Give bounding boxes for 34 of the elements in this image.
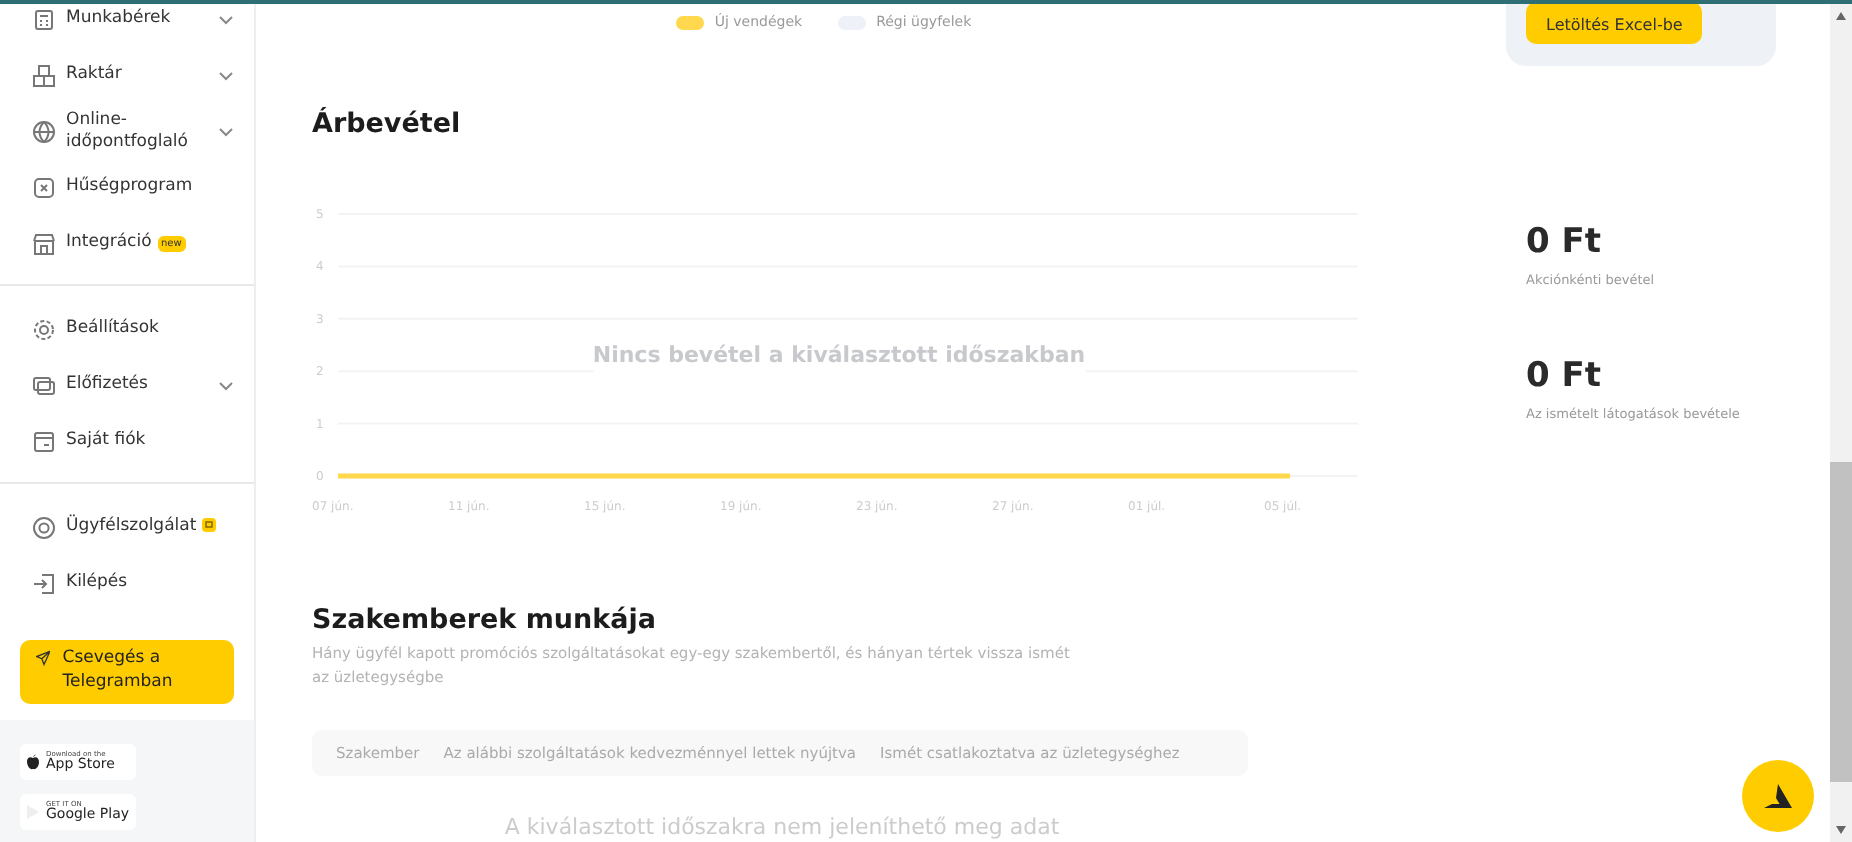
lifebuoy-icon [32,516,56,540]
section-title: Árbevétel [312,108,463,141]
account-card-icon [32,430,56,454]
calculator-icon [32,8,56,32]
stacked-cards-icon [32,374,56,398]
sidebar-item[interactable]: Raktár [32,48,234,104]
paper-plane-icon [36,648,51,668]
tag-icon [32,176,56,200]
sidebar-item[interactable]: Saját fiók [32,414,234,470]
boxes-icon [32,64,56,88]
scroll-up-icon [1836,12,1846,20]
logout-icon [32,572,56,596]
chat-launcher-button[interactable] [1742,760,1814,832]
scrollbar[interactable] [1830,4,1852,842]
section-title: Szakemberek munkája [312,604,658,637]
mountain-logo-icon [1760,782,1796,810]
stat-value: 0 Ft [1526,226,1603,260]
sidebar-item[interactable]: Munkabérek [32,4,234,48]
sidebar-item[interactable]: Előfizetés [32,358,234,414]
sidebar-item[interactable]: Kilépés [32,556,234,612]
settings-icon [32,318,56,342]
scrollbar-thumb[interactable] [1830,462,1852,782]
apple-logo-icon [26,753,40,770]
stat-value: 0 Ft [1526,359,1603,394]
sidebar-item[interactable]: Online-időpontfoglaló [32,104,234,160]
export-excel-button[interactable]: Letöltés Excel-be [1526,4,1703,44]
globe-icon [32,120,56,144]
scroll-down-icon [1836,826,1846,834]
telegram-chat-button[interactable]: Csevegés a Telegramban [20,640,234,704]
empty-chart-message: Nincs bevétel a kiválasztott időszakban [592,340,1086,374]
sidebar-item[interactable]: Beállítások [32,302,234,358]
sidebar-item[interactable]: Ügyfélszolgálat [32,500,234,556]
sidebar-item[interactable]: Hűségprogram [32,160,234,216]
storefront-icon [32,232,56,256]
